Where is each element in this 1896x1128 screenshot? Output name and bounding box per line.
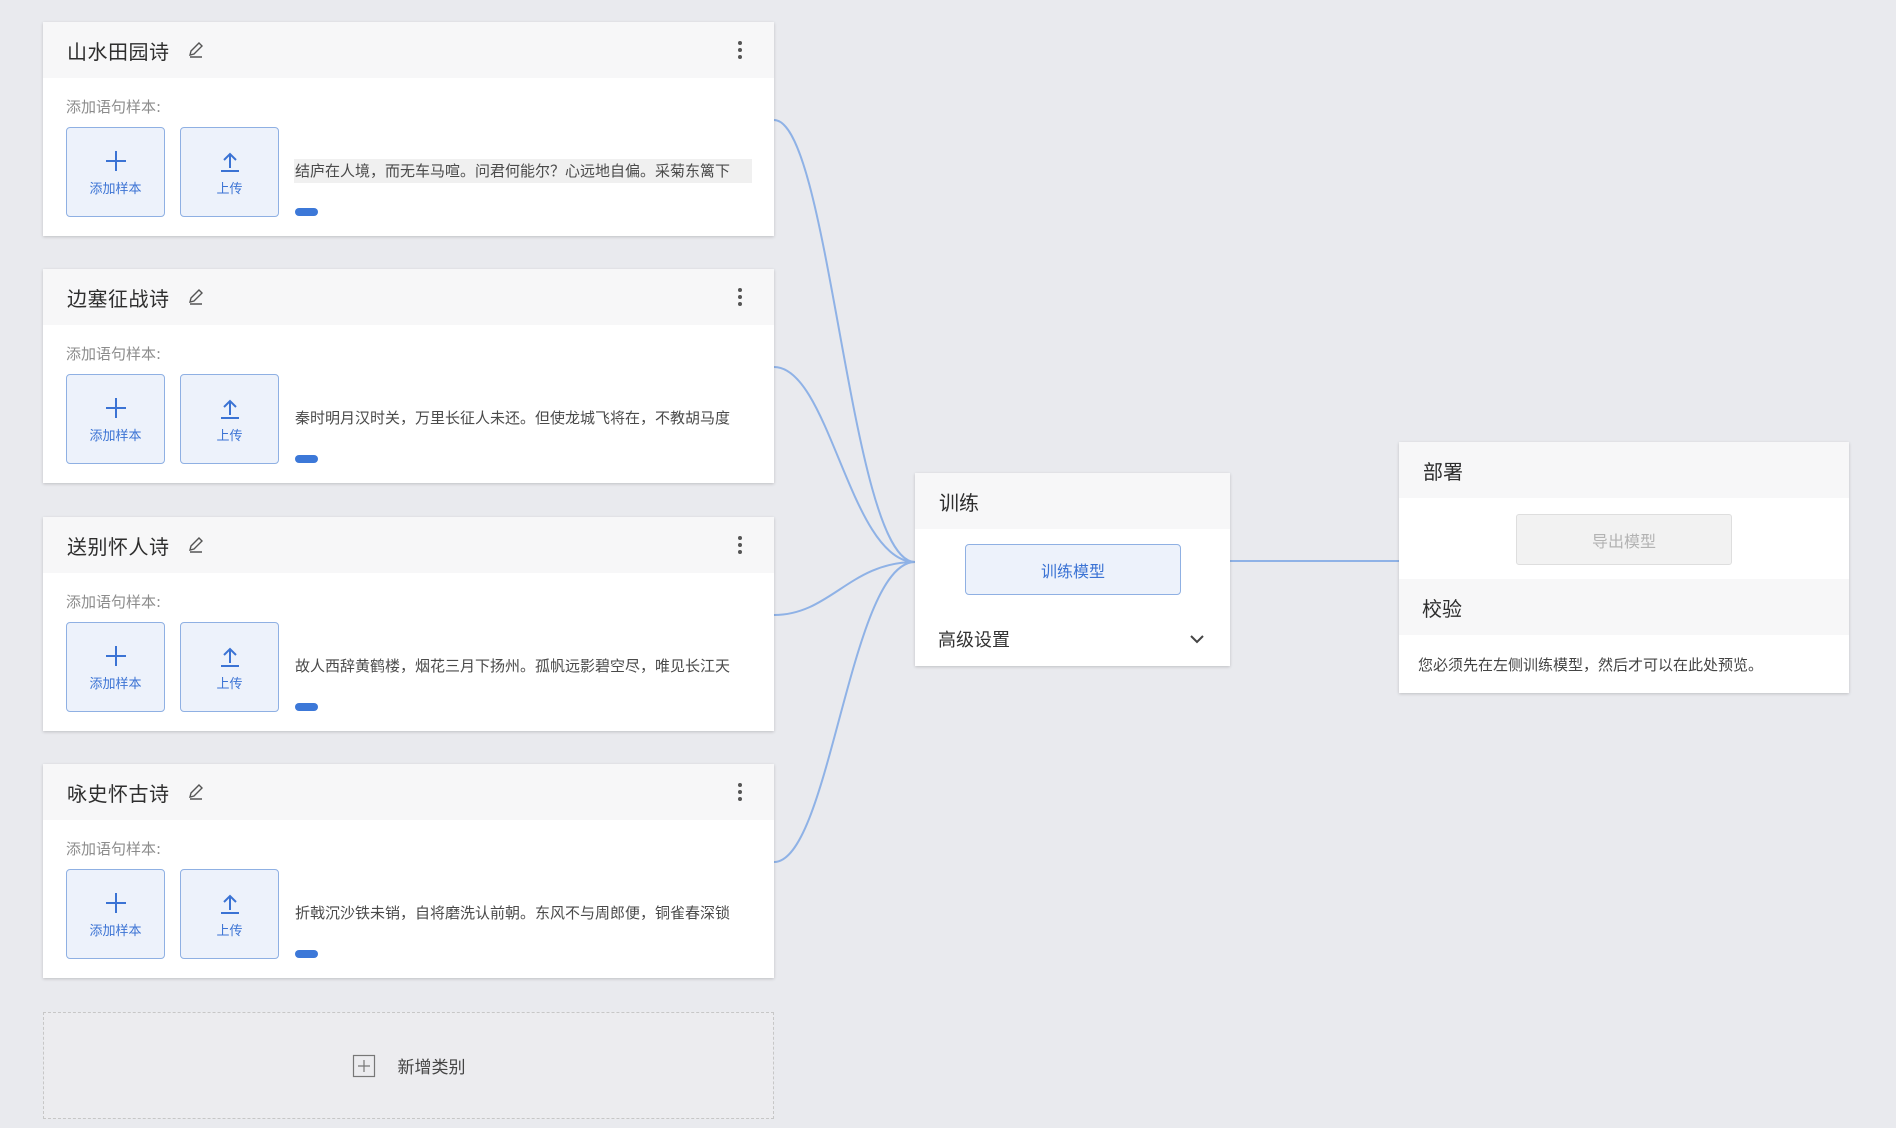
sample-indicator[interactable] <box>295 208 318 216</box>
sample-label: 添加语句样本: <box>66 98 162 116</box>
category-card: 送别怀人诗 添加语句样本: 添加样本 上传 故人西辞黄鹤楼，烟花三月下扬州。孤帆… <box>43 517 774 731</box>
add-category-label: 新增类别 <box>397 1058 466 1078</box>
deploy-validate-panel: 部署 导出模型 校验 您必须先在左侧训练模型，然后才可以在此处预览。 <box>1399 442 1849 693</box>
upload-icon <box>220 399 239 419</box>
category-card: 咏史怀古诗 添加语句样本: 添加样本 上传 折戟沉沙铁未销，自将磨洗认前朝。东风… <box>43 764 774 978</box>
plus-icon <box>105 892 126 913</box>
category-card: 边塞征战诗 添加语句样本: 添加样本 上传 秦时明月汉时关，万里长征人未还。但使… <box>43 269 774 483</box>
advanced-settings-label: 高级设置 <box>938 630 1010 651</box>
deploy-title: 部署 <box>1399 442 1849 498</box>
category-card-header: 送别怀人诗 <box>43 517 774 573</box>
category-title: 送别怀人诗 <box>67 534 170 559</box>
advanced-settings-toggle[interactable]: 高级设置 <box>915 613 1230 665</box>
sample-indicator[interactable] <box>295 455 318 463</box>
upload-label: 上传 <box>216 181 243 197</box>
sample-text[interactable]: 折戟沉沙铁未销，自将磨洗认前朝。东风不与周郎便，铜雀春深锁 <box>294 901 752 925</box>
upload-button[interactable]: 上传 <box>180 127 279 217</box>
plus-icon <box>105 397 126 418</box>
upload-label: 上传 <box>216 428 243 444</box>
category-card: 山水田园诗 添加语句样本: 添加样本 上传 结庐在人境，而无车马喧。问君何能尔？… <box>43 22 774 236</box>
upload-icon <box>220 152 239 172</box>
upload-label: 上传 <box>216 923 243 939</box>
more-vertical-icon[interactable] <box>730 535 750 555</box>
validate-note: 您必须先在左侧训练模型，然后才可以在此处预览。 <box>1418 656 1764 674</box>
connector-1 <box>773 119 916 563</box>
upload-button[interactable]: 上传 <box>180 869 279 959</box>
add-sample-button[interactable]: 添加样本 <box>66 869 165 959</box>
pencil-icon[interactable] <box>186 287 206 307</box>
pencil-icon[interactable] <box>186 40 206 60</box>
upload-button[interactable]: 上传 <box>180 622 279 712</box>
train-model-button[interactable]: 训练模型 <box>965 544 1181 595</box>
plus-icon <box>105 645 126 666</box>
category-card-header: 山水田园诗 <box>43 22 774 78</box>
sample-text[interactable]: 结庐在人境，而无车马喧。问君何能尔？心远地自偏。采菊东篱下 <box>294 159 752 183</box>
connector-2 <box>773 366 916 563</box>
category-title: 咏史怀古诗 <box>67 781 170 806</box>
train-panel: 训练 训练模型 高级设置 <box>915 473 1230 666</box>
plus-square-icon <box>352 1054 375 1077</box>
more-vertical-icon[interactable] <box>730 287 750 307</box>
add-sample-button[interactable]: 添加样本 <box>66 374 165 464</box>
add-sample-button[interactable]: 添加样本 <box>66 127 165 217</box>
pencil-icon[interactable] <box>186 782 206 802</box>
sample-indicator[interactable] <box>295 950 318 958</box>
chevron-down-icon <box>1190 635 1204 644</box>
add-category-button[interactable]: 新增类别 <box>43 1012 774 1119</box>
validate-title: 校验 <box>1399 579 1849 635</box>
add-sample-label: 添加样本 <box>89 676 142 692</box>
add-sample-label: 添加样本 <box>89 428 142 444</box>
add-sample-button[interactable]: 添加样本 <box>66 622 165 712</box>
add-sample-label: 添加样本 <box>89 181 142 197</box>
train-title: 训练 <box>915 473 1230 529</box>
pencil-icon[interactable] <box>186 535 206 555</box>
connector-3 <box>773 561 916 616</box>
export-model-button[interactable]: 导出模型 <box>1516 514 1732 565</box>
connector-4 <box>773 561 916 863</box>
category-title: 边塞征战诗 <box>67 286 170 311</box>
category-card-header: 咏史怀古诗 <box>43 764 774 820</box>
upload-icon <box>220 647 239 667</box>
category-title: 山水田园诗 <box>67 39 170 64</box>
sample-label: 添加语句样本: <box>66 840 162 858</box>
sample-indicator[interactable] <box>295 703 318 711</box>
add-sample-label: 添加样本 <box>89 923 142 939</box>
upload-button[interactable]: 上传 <box>180 374 279 464</box>
sample-text[interactable]: 秦时明月汉时关，万里长征人未还。但使龙城飞将在，不教胡马度 <box>294 406 752 430</box>
sample-text[interactable]: 故人西辞黄鹤楼，烟花三月下扬州。孤帆远影碧空尽，唯见长江天 <box>294 654 752 678</box>
category-card-header: 边塞征战诗 <box>43 269 774 325</box>
workspace: 山水田园诗 添加语句样本: 添加样本 上传 结庐在人境，而无车马喧。问君何能尔？… <box>0 0 1896 1128</box>
sample-label: 添加语句样本: <box>66 345 162 363</box>
plus-icon <box>105 150 126 171</box>
upload-label: 上传 <box>216 676 243 692</box>
upload-icon <box>220 894 239 914</box>
sample-label: 添加语句样本: <box>66 593 162 611</box>
more-vertical-icon[interactable] <box>730 782 750 802</box>
more-vertical-icon[interactable] <box>730 40 750 60</box>
